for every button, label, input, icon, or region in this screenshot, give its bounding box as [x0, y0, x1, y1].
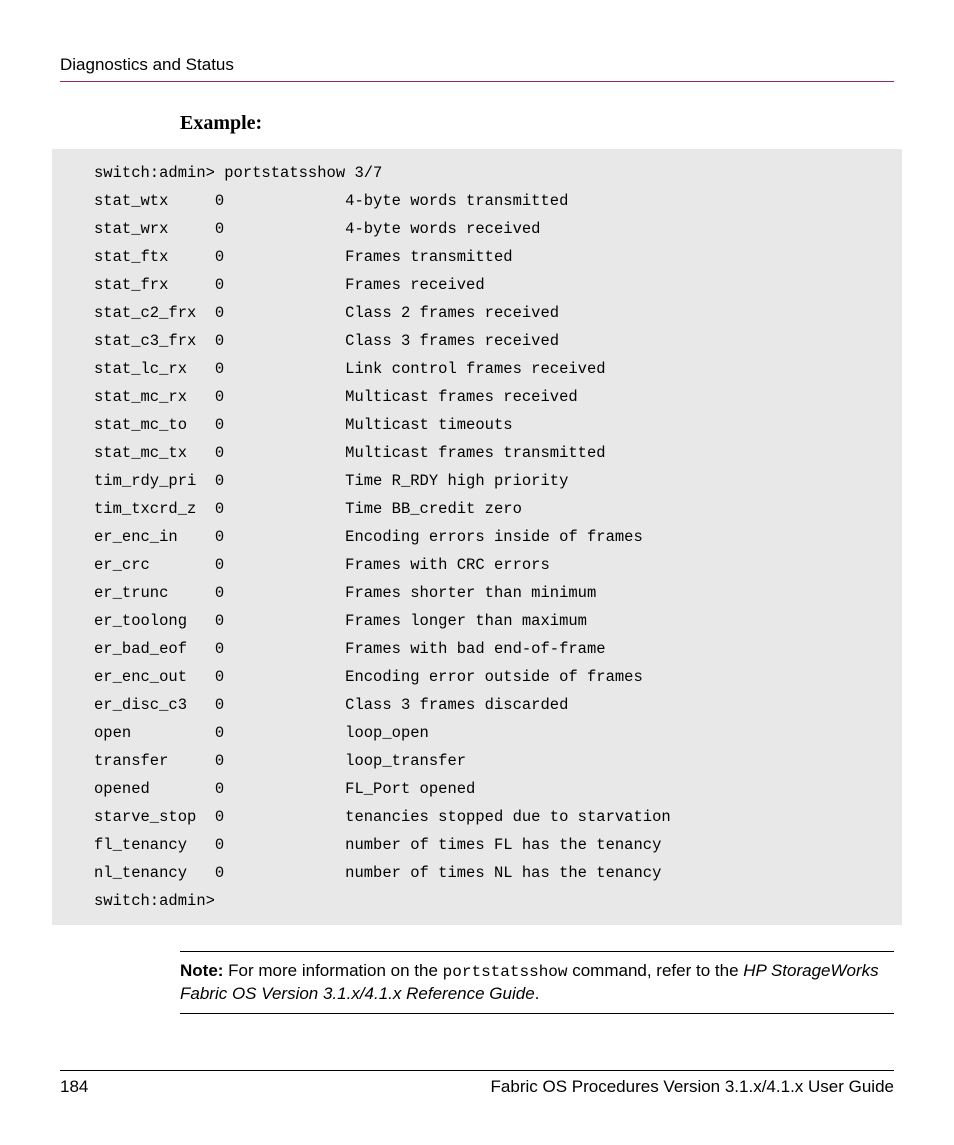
- example-label: Example:: [180, 112, 894, 135]
- note-rule-bottom: [180, 1013, 894, 1014]
- page-header-title: Diagnostics and Status: [60, 55, 894, 75]
- footer: 184 Fabric OS Procedures Version 3.1.x/4…: [60, 1070, 894, 1097]
- note-box: Note: For more information on the portst…: [180, 951, 894, 1014]
- note-period: .: [535, 984, 540, 1003]
- note-before-cmd: For more information on the: [223, 961, 442, 980]
- note-cmd: portstatsshow: [443, 963, 568, 981]
- note-after-cmd: command, refer to the: [568, 961, 744, 980]
- note-text: Note: For more information on the portst…: [180, 952, 894, 1013]
- code-block: switch:admin> portstatsshow 3/7 stat_wtx…: [52, 149, 902, 925]
- page-number: 184: [60, 1077, 88, 1097]
- footer-doc-title: Fabric OS Procedures Version 3.1.x/4.1.x…: [491, 1077, 894, 1097]
- footer-rule: [60, 1070, 894, 1071]
- header-rule: [60, 81, 894, 82]
- note-label: Note:: [180, 961, 223, 980]
